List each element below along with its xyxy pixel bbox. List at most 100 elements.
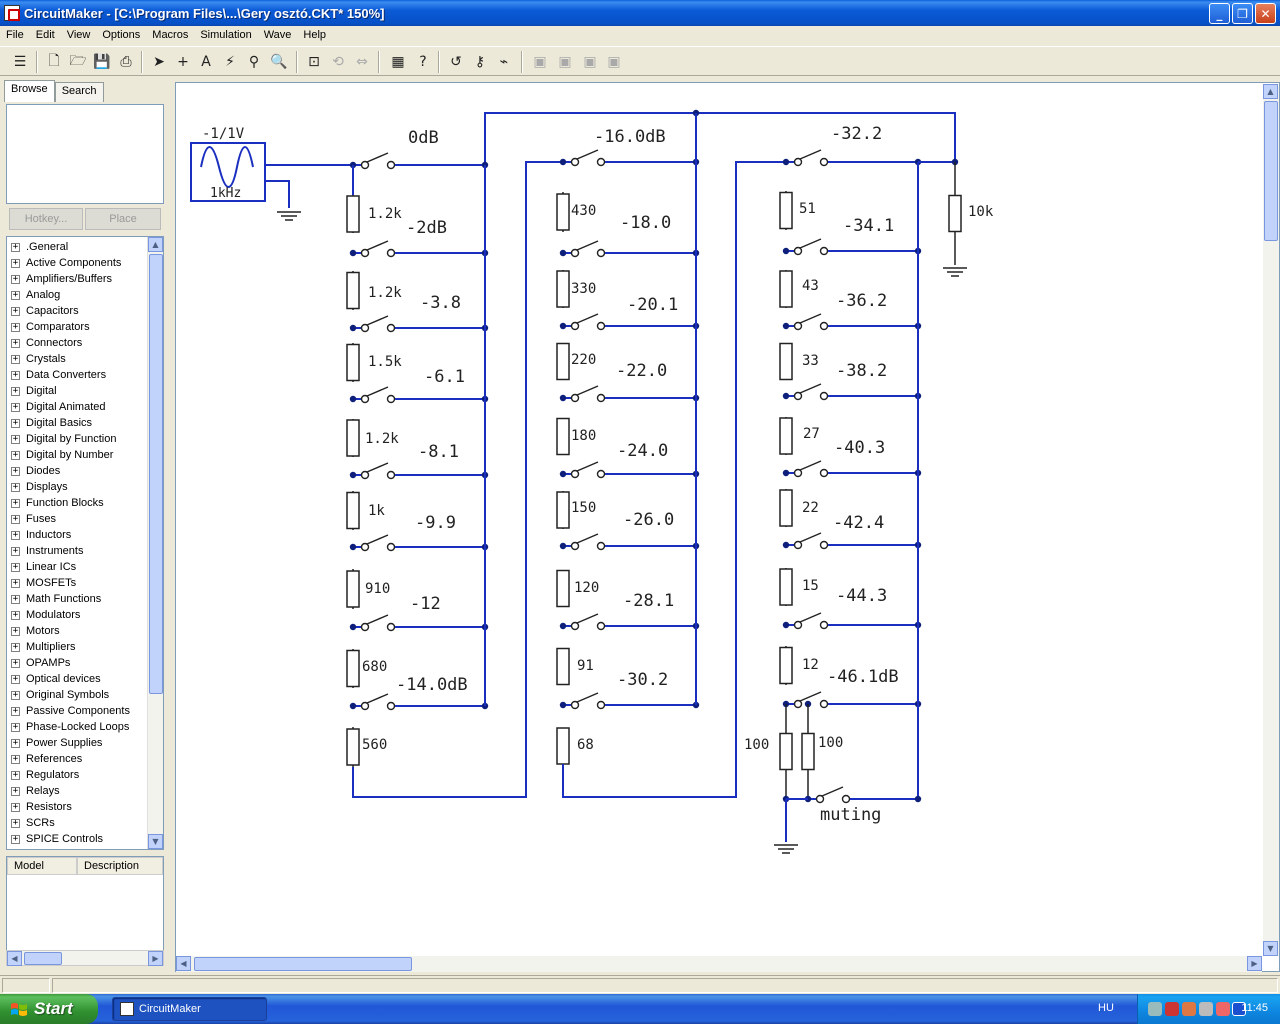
place-button[interactable]: Place [85, 208, 161, 230]
switch-lever[interactable] [366, 386, 389, 397]
expand-icon[interactable]: + [11, 514, 20, 524]
resistor-body[interactable] [556, 270, 570, 308]
text-tool-icon[interactable]: A [195, 51, 217, 73]
menu-macros[interactable]: Macros [146, 29, 194, 41]
switch-lever[interactable] [799, 238, 822, 249]
tree-item[interactable]: + Multipliers [11, 639, 76, 655]
expand-icon[interactable]: + [11, 754, 20, 764]
antivirus-icon[interactable] [1165, 1002, 1179, 1016]
probe-tool-icon[interactable]: ⚡ [219, 51, 241, 73]
switch-lever[interactable] [799, 313, 822, 324]
hotkey-button[interactable]: Hotkey... [9, 208, 83, 230]
switch-lever[interactable] [576, 385, 599, 396]
undo-icon[interactable]: ↺ [445, 51, 467, 73]
expand-icon[interactable]: + [11, 802, 20, 812]
resistor-body[interactable] [556, 417, 570, 456]
tree-item[interactable]: + .General [11, 239, 68, 255]
expand-icon[interactable]: + [11, 818, 20, 828]
expand-icon[interactable]: + [11, 450, 20, 460]
resistor-body[interactable] [556, 647, 570, 686]
switch-lever[interactable] [576, 613, 599, 624]
expand-icon[interactable]: + [11, 642, 20, 652]
resistor-body[interactable] [346, 419, 360, 457]
expand-icon[interactable]: + [11, 258, 20, 268]
panel-toggle-icon[interactable]: ☰ [9, 51, 31, 73]
expand-icon[interactable]: + [11, 338, 20, 348]
switch-lever[interactable] [366, 534, 389, 545]
tree-scrollbar[interactable]: ▲ ▼ [147, 237, 163, 849]
resistor-body[interactable] [346, 491, 360, 530]
wire[interactable] [562, 161, 786, 798]
switch-lever[interactable] [799, 612, 822, 623]
switch-lever[interactable] [366, 315, 389, 326]
tree-item[interactable]: + Crystals [11, 351, 66, 367]
resistor-body[interactable] [779, 270, 793, 308]
switch-lever[interactable] [366, 240, 389, 251]
menu-file[interactable]: File [0, 29, 30, 41]
tree-item[interactable]: + SCRs [11, 815, 55, 831]
scroll-right-icon[interactable]: ▶ [148, 951, 163, 966]
tree-item[interactable]: + Digital Animated [11, 399, 106, 415]
expand-icon[interactable]: + [11, 386, 20, 396]
resistor-body[interactable] [556, 491, 570, 529]
expand-icon[interactable]: + [11, 290, 20, 300]
expand-icon[interactable]: + [11, 546, 20, 556]
tree-item[interactable]: + Math Functions [11, 591, 101, 607]
resistor-body[interactable] [779, 342, 793, 381]
start-button[interactable]: Start [0, 994, 98, 1024]
expand-icon[interactable]: + [11, 658, 20, 668]
expand-icon[interactable]: + [11, 242, 20, 252]
zoom-icon[interactable]: 🔍 [268, 51, 290, 73]
column-model[interactable]: Model [7, 857, 77, 875]
tree-item[interactable]: + Digital by Number [11, 447, 113, 463]
menu-simulation[interactable]: Simulation [194, 29, 257, 41]
rubber-stamp-icon[interactable]: ⚲ [243, 51, 265, 73]
expand-icon[interactable]: + [11, 482, 20, 492]
switch-lever[interactable] [799, 691, 822, 702]
resistor-body[interactable] [346, 343, 360, 382]
expand-icon[interactable]: + [11, 594, 20, 604]
switch-lever[interactable] [366, 614, 389, 625]
expand-icon[interactable]: + [11, 610, 20, 620]
layout-3-icon[interactable]: ▣ [579, 51, 601, 73]
switch-lever[interactable] [799, 532, 822, 543]
save-icon[interactable]: 💾 [91, 51, 113, 73]
scroll-thumb[interactable] [194, 957, 412, 971]
tree-item[interactable]: + Modulators [11, 607, 80, 623]
tree-item[interactable]: + Power Supplies [11, 735, 102, 751]
tree-item[interactable]: + Amplifiers/Buffers [11, 271, 112, 287]
tree-item[interactable]: + Regulators [11, 767, 79, 783]
schematic-canvas[interactable]: -1/1V 1kHz 0dB -2dB -3.8 -6.1 -8.1 -9.9 -12 -14.0… [175, 82, 1280, 972]
tree-item[interactable]: + Displays [11, 479, 68, 495]
resistor-body[interactable] [346, 570, 360, 608]
wire[interactable] [352, 161, 563, 798]
resistor-body[interactable] [779, 417, 793, 455]
help-icon[interactable]: ? [412, 51, 434, 73]
app-icon[interactable] [4, 5, 20, 21]
switch-lever[interactable] [576, 692, 599, 703]
resistor-body[interactable] [801, 732, 815, 771]
tree-item[interactable]: + Analog [11, 287, 60, 303]
tree-item[interactable]: + Function Blocks [11, 495, 104, 511]
mirror-icon[interactable]: ⇔ [351, 51, 373, 73]
scroll-right-icon[interactable]: ▶ [1247, 956, 1262, 971]
media-icon[interactable] [1216, 1002, 1230, 1016]
switch-lever[interactable] [366, 462, 389, 473]
tree-item[interactable]: + Linear ICs [11, 559, 76, 575]
tree-item[interactable]: + SPICE Controls [11, 831, 103, 847]
tree-item[interactable]: + Passive Components [11, 703, 130, 719]
tree-item[interactable]: + Active Components [11, 255, 121, 271]
switch-lever[interactable] [576, 533, 599, 544]
print-icon[interactable]: ⎙ [115, 51, 137, 73]
menu-options[interactable]: Options [96, 29, 146, 41]
rotate-icon[interactable]: ⟲ [327, 51, 349, 73]
model-hscrollbar[interactable]: ◀ ▶ [6, 950, 164, 966]
scroll-left-icon[interactable]: ◀ [176, 956, 191, 971]
tree-item[interactable]: + Digital Basics [11, 415, 92, 431]
canvas-hscrollbar[interactable]: ◀ ▶ [176, 956, 1262, 972]
layout-4-icon[interactable]: ▣ [603, 51, 625, 73]
tree-item[interactable]: + Data Converters [11, 367, 106, 383]
expand-icon[interactable]: + [11, 770, 20, 780]
switch-lever[interactable] [576, 149, 599, 160]
new-file-icon[interactable]: 🗋 [43, 51, 65, 73]
